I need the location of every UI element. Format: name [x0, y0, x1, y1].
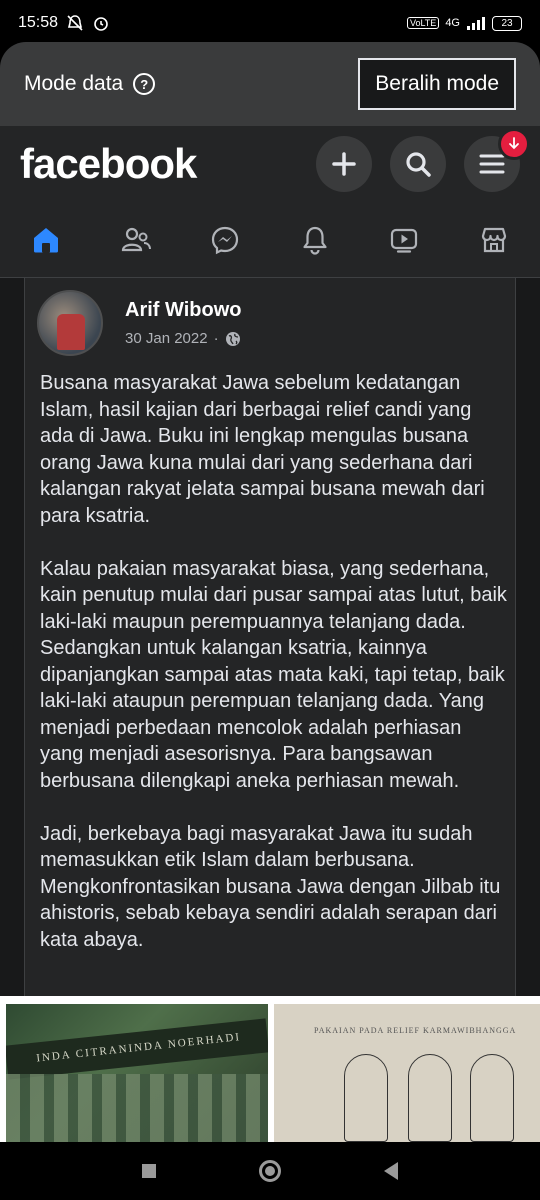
back-button[interactable] — [384, 1162, 399, 1180]
book-cover-photo[interactable]: INDA CITRANINDA NOERHADI — [6, 1004, 268, 1142]
video-icon — [391, 228, 418, 253]
post-paragraph: Jadi, berkebaya bagi masyarakat Jawa itu… — [40, 822, 501, 951]
plus-icon — [332, 152, 356, 176]
friends-icon — [121, 227, 151, 251]
tab-marketplace[interactable] — [476, 222, 512, 258]
post-paragraph: Busana masyarakat Jawa sebelum kedatanga… — [40, 372, 485, 527]
avatar[interactable] — [37, 290, 103, 356]
tab-bar — [0, 202, 540, 278]
tab-messenger[interactable] — [207, 222, 243, 258]
search-button[interactable] — [390, 136, 446, 192]
post-date[interactable]: 30 Jan 2022 — [125, 330, 208, 347]
figure-drawing — [470, 1054, 514, 1142]
help-icon[interactable]: ? — [133, 73, 156, 95]
figure-drawing — [408, 1054, 452, 1142]
tab-notifications[interactable] — [297, 222, 333, 258]
search-icon — [406, 152, 431, 177]
battery-icon: 23 — [492, 15, 522, 31]
book-author-text: INDA CITRANINDA NOERHADI — [6, 1018, 268, 1080]
battery-level: 23 — [501, 17, 513, 29]
marketplace-icon — [481, 227, 507, 252]
clock: 15:58 — [18, 14, 59, 31]
facebook-logo[interactable]: facebook — [20, 140, 197, 188]
post-card: Arif Wibowo 30 Jan 2022 · Busana masyara… — [24, 278, 516, 998]
relief-image — [6, 1074, 268, 1142]
alarm-icon — [94, 17, 108, 31]
system-nav-bar — [0, 1142, 540, 1200]
feed[interactable]: Arif Wibowo 30 Jan 2022 · Busana masyara… — [0, 278, 540, 1142]
home-icon — [34, 227, 58, 252]
page-caption: PAKAIAN PADA RELIEF KARMAWIBHANGGA — [314, 1026, 517, 1035]
app-header: facebook — [0, 126, 540, 202]
update-badge — [498, 128, 530, 160]
post-text: Busana masyarakat Jawa sebelum kedatanga… — [40, 370, 510, 980]
post-photos: INDA CITRANINDA NOERHADI PAKAIAN PADA RE… — [0, 996, 540, 1142]
switch-mode-button[interactable]: Beralih mode — [358, 58, 516, 110]
create-button[interactable] — [316, 136, 372, 192]
bell-icon — [303, 226, 327, 255]
data-mode-banner: Mode data ? Beralih mode — [0, 42, 540, 126]
data-mode-label: Mode data — [24, 72, 124, 95]
network-label: 4G — [445, 17, 460, 29]
figure-drawing — [344, 1054, 388, 1142]
book-page-photo[interactable]: PAKAIAN PADA RELIEF KARMAWIBHANGGA — [274, 1004, 540, 1142]
post-paragraph: Kalau pakaian masyarakat biasa, yang sed… — [40, 557, 507, 792]
mute-icon — [67, 15, 83, 31]
volte-icon: VoLTE — [406, 17, 440, 29]
tab-home[interactable] — [28, 222, 64, 258]
tab-video[interactable] — [386, 222, 422, 258]
status-bar: 15:58 VoLTE 4G 23 — [0, 0, 540, 46]
post-header: Arif Wibowo 30 Jan 2022 · — [37, 290, 241, 356]
download-arrow-icon — [509, 137, 519, 150]
signal-icon — [467, 17, 485, 30]
author-name[interactable]: Arif Wibowo — [125, 299, 241, 322]
home-button[interactable] — [258, 1160, 281, 1182]
menu-button[interactable] — [464, 128, 530, 192]
hamburger-icon — [479, 154, 505, 174]
tab-friends[interactable] — [118, 222, 154, 258]
recents-button[interactable] — [141, 1164, 156, 1178]
meta-separator: · — [213, 330, 219, 347]
globe-icon — [225, 331, 240, 346]
messenger-icon — [212, 226, 239, 254]
post-meta: 30 Jan 2022 · — [125, 330, 241, 347]
